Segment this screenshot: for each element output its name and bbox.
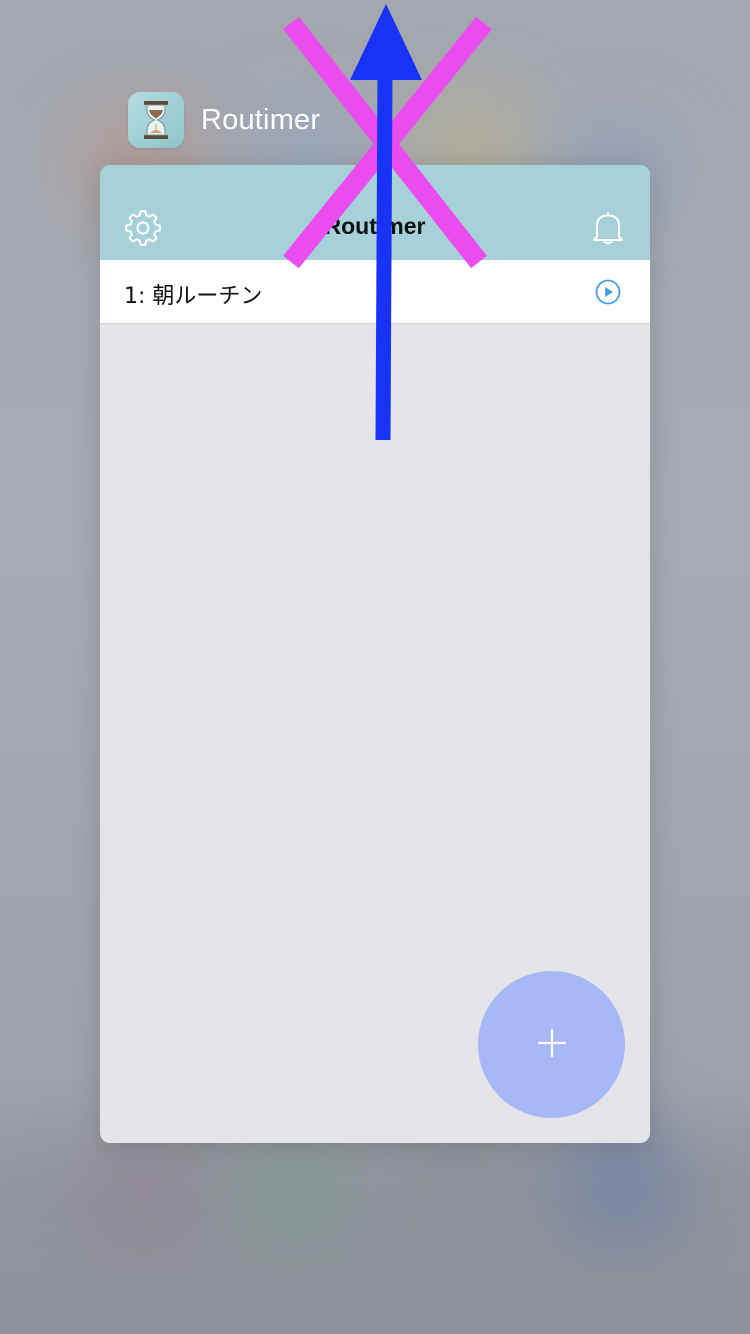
dock-icon-blur	[400, 1140, 510, 1230]
play-circle-icon[interactable]	[595, 279, 621, 305]
routine-list: 1: 朝ルーチン	[100, 260, 650, 324]
app-card[interactable]: Routimer 1: 朝ルーチン	[100, 165, 650, 1143]
plus-icon	[537, 1028, 567, 1062]
app-switcher-title: Routimer	[201, 103, 321, 136]
bell-icon[interactable]	[589, 209, 627, 247]
dock-icon-blur	[90, 1150, 200, 1240]
list-item[interactable]: 1: 朝ルーチン	[100, 260, 650, 324]
dock-icon-blur	[240, 1150, 350, 1240]
dock-icon-blur	[560, 1130, 680, 1240]
app-switcher-header[interactable]: Routimer	[128, 92, 320, 148]
hourglass-icon	[128, 92, 184, 148]
page-title: Routimer	[324, 213, 426, 239]
add-routine-button[interactable]	[478, 971, 625, 1118]
navigation-bar: Routimer	[100, 165, 650, 261]
routine-label: 1: 朝ルーチン	[124, 284, 263, 309]
